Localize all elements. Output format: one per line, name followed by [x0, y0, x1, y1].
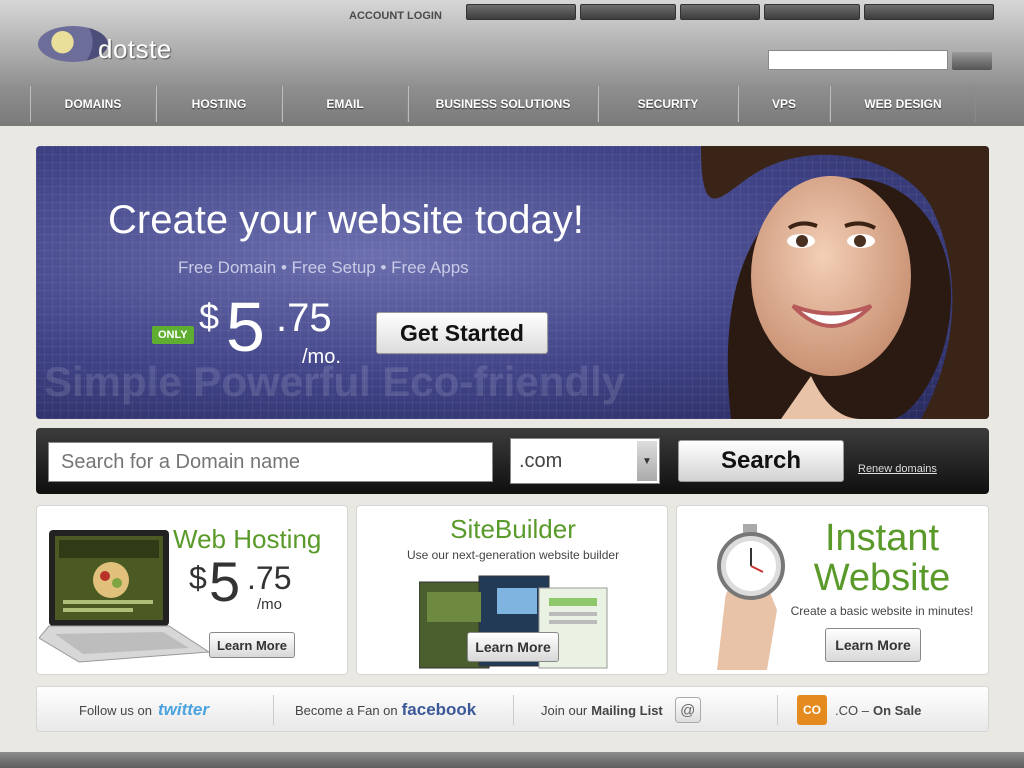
web-hosting-price-period: /mo — [257, 596, 283, 613]
web-hosting-price-whole: 5 — [209, 550, 241, 613]
nav-domains[interactable]: DOMAINS — [30, 86, 156, 122]
social-strip: Follow us on twitter Become a Fan on fac… — [36, 686, 989, 732]
nav-vps[interactable]: VPS — [738, 86, 830, 122]
co-sale[interactable]: CO .CO – On Sale — [797, 687, 921, 733]
hero-price-cents: .75 — [276, 296, 332, 340]
top-button-3[interactable] — [680, 4, 760, 20]
hero-price-dollar: $ — [199, 296, 220, 337]
instant-website-card: Instant Website Create a basic website i… — [676, 505, 989, 675]
login-field[interactable] — [768, 50, 948, 70]
site-header: dotste ACCOUNT LOGIN DOMAINS HOSTING EMA… — [0, 0, 1024, 126]
nav-email[interactable]: EMAIL — [282, 86, 408, 122]
facebook-fan[interactable]: Become a Fan on facebook — [295, 687, 476, 733]
main-nav: DOMAINS HOSTING EMAIL BUSINESS SOLUTIONS… — [30, 86, 990, 122]
logo-text: dotste — [98, 34, 172, 64]
twitter-logo-icon: twitter — [157, 700, 209, 719]
only-badge: ONLY — [152, 326, 194, 344]
sitebuilder-learn-more-button[interactable]: Learn More — [467, 632, 559, 662]
tld-select[interactable]: .com ▼ — [510, 438, 660, 484]
nav-business-solutions[interactable]: BUSINESS SOLUTIONS — [408, 86, 598, 122]
account-login-label: ACCOUNT LOGIN — [349, 10, 442, 22]
web-hosting-price-dollar: $ — [189, 560, 207, 596]
domain-links: Renew domains — [858, 442, 937, 478]
co-prefix: .CO – — [835, 702, 869, 718]
chevron-down-icon[interactable]: ▼ — [637, 441, 657, 481]
sitebuilder-title: SiteBuilder — [450, 514, 576, 544]
tld-selected-value: .com — [519, 449, 563, 472]
instant-website-title-line2: Website — [813, 557, 951, 599]
site-logo[interactable]: dotste — [30, 12, 194, 72]
facebook-logo-icon: facebook — [401, 700, 477, 719]
co-badge-icon: CO — [797, 695, 827, 725]
web-hosting-price-cents: .75 — [247, 560, 292, 596]
hero-price-period: /mo. — [302, 346, 341, 368]
web-hosting-title: Web Hosting — [173, 524, 322, 554]
top-button-2[interactable] — [580, 4, 676, 20]
mailing-list-join[interactable]: Join our Mailing List @ — [541, 687, 701, 733]
instant-website-title-line1: Instant — [824, 517, 940, 559]
nav-security[interactable]: SECURITY — [598, 86, 738, 122]
domain-link-blank[interactable] — [858, 442, 937, 460]
hero-banner: Simple Powerful Eco-friendly Create your… — [36, 146, 989, 419]
divider — [777, 695, 778, 725]
domain-search-button[interactable]: Search — [678, 440, 844, 482]
twitter-prefix: Follow us on — [79, 702, 152, 718]
mailing-list-label: Mailing List — [591, 702, 663, 718]
instant-website-tagline: Create a basic website in minutes! — [790, 604, 974, 618]
hero-woman-photo — [701, 146, 989, 419]
web-hosting-learn-more-button[interactable]: Learn More — [209, 632, 295, 658]
sitebuilder-card: SiteBuilder Use our next-generation webs… — [356, 505, 668, 675]
domain-search-bar: .com ▼ Search Renew domains — [36, 428, 989, 494]
sitebuilder-tagline: Use our next-generation website builder — [406, 548, 620, 562]
twitter-follow[interactable]: Follow us on twitter — [79, 687, 209, 733]
nav-hosting[interactable]: HOSTING — [156, 86, 282, 122]
facebook-prefix: Become a Fan on — [295, 702, 398, 718]
mailing-prefix: Join our — [541, 702, 588, 718]
nav-web-design[interactable]: WEB DESIGN — [830, 86, 976, 122]
divider — [513, 695, 514, 725]
renew-domains-link[interactable]: Renew domains — [858, 460, 937, 478]
email-at-icon: @ — [674, 697, 701, 723]
domain-search-input[interactable] — [48, 442, 493, 482]
footer-strip — [0, 752, 1024, 768]
hero-title: Create your website today! — [108, 198, 584, 242]
top-button-1[interactable] — [466, 4, 576, 20]
web-hosting-card: Web Hosting $ 5 .75 /mo Learn More — [36, 505, 348, 675]
get-started-button[interactable]: Get Started — [376, 312, 548, 354]
top-button-5[interactable] — [864, 4, 994, 20]
top-button-4[interactable] — [764, 4, 860, 20]
hero-price-whole: 5 — [226, 288, 265, 366]
co-sale-label: On Sale — [872, 702, 922, 718]
hero-subtitle: Free Domain • Free Setup • Free Apps — [178, 258, 469, 277]
login-go-icon[interactable] — [952, 52, 992, 70]
stopwatch-hand-image — [717, 524, 785, 670]
divider — [273, 695, 274, 725]
instant-website-learn-more-button[interactable]: Learn More — [825, 628, 921, 662]
